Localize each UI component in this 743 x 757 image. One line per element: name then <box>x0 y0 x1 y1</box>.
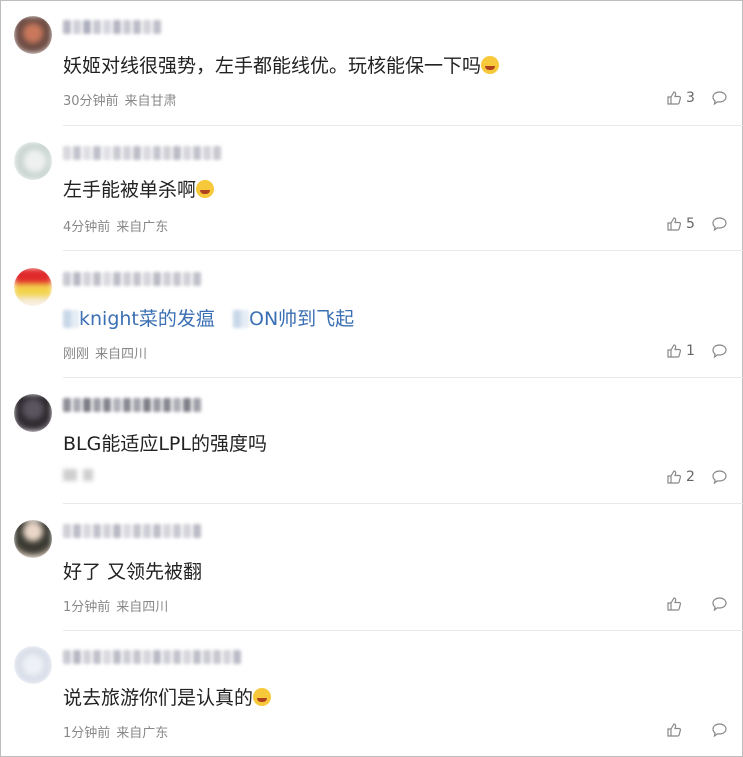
comment-list-frame <box>0 0 743 757</box>
reply-button[interactable] <box>711 90 728 110</box>
like-count: 1 <box>686 343 695 359</box>
comment-text: knight菜的发瘟 ON帅到飞起 <box>63 305 354 333</box>
like-count: 5 <box>686 216 695 232</box>
comment-text: 好了 又领先被翻 <box>63 561 203 583</box>
comment-bubble-icon <box>712 470 727 485</box>
username-blurred[interactable] <box>63 650 241 664</box>
thumbs-up-icon <box>667 217 682 231</box>
comment-meta-blurred <box>63 469 99 484</box>
avatar[interactable] <box>14 16 52 54</box>
comment-bubble-icon <box>712 597 727 612</box>
username-blurred[interactable] <box>63 524 201 538</box>
like-count: 3 <box>686 90 695 106</box>
thumbs-up-icon <box>667 91 682 105</box>
comment-text: BLG能适应LPL的强度吗 <box>63 433 267 455</box>
thumbs-up-icon <box>667 344 682 358</box>
comment-meta: 30分钟前 来自甘肃 <box>63 94 177 109</box>
mention-link[interactable]: ON帅到飞起 <box>249 308 354 330</box>
reply-button[interactable] <box>711 343 728 363</box>
comment-meta: 1分钟前 来自四川 <box>63 600 169 615</box>
grin-emoji-icon <box>253 688 272 706</box>
username-blurred[interactable] <box>63 20 161 34</box>
username-blurred[interactable] <box>63 398 201 412</box>
like-button[interactable]: 3 <box>666 90 695 106</box>
comment-bubble-icon <box>712 91 727 106</box>
smile-emoji-icon <box>196 180 215 198</box>
reply-button[interactable] <box>711 722 728 742</box>
avatar[interactable] <box>14 520 52 558</box>
comment-bubble-icon <box>712 217 727 232</box>
thumbs-up-icon <box>667 723 682 737</box>
comment-divider <box>63 125 743 126</box>
like-button[interactable]: 2 <box>666 469 695 485</box>
comment-text: 说去旅游你们是认真的 <box>63 684 272 712</box>
reply-button[interactable] <box>711 596 728 616</box>
reply-button[interactable] <box>711 216 728 236</box>
comment-bubble-icon <box>712 344 727 359</box>
thumbs-up-icon <box>667 597 682 611</box>
comment-meta: 1分钟前 来自广东 <box>63 726 169 741</box>
comment-divider <box>63 503 743 504</box>
avatar[interactable] <box>14 142 52 180</box>
like-button[interactable] <box>666 596 682 612</box>
blurred-mention-icon <box>233 310 250 328</box>
blurred-mention-icon <box>63 310 79 328</box>
like-button[interactable]: 1 <box>666 343 695 359</box>
comment-meta: 刚刚 来自四川 <box>63 347 148 362</box>
comment-text: 妖姬对线很强势，左手都能线优。玩核能保一下吗 <box>63 52 500 80</box>
thumbs-up-icon <box>667 470 682 484</box>
comment-meta: 4分钟前 来自广东 <box>63 220 169 235</box>
like-button[interactable] <box>666 722 682 738</box>
comment-bubble-icon <box>712 723 727 738</box>
comment-divider <box>63 377 743 378</box>
mention-link[interactable]: knight菜的发瘟 <box>79 308 215 330</box>
comment-divider <box>63 630 743 631</box>
crying-laughing-emoji-icon <box>481 56 500 74</box>
username-blurred[interactable] <box>63 272 201 286</box>
comment-text: 左手能被单杀啊 <box>63 176 215 204</box>
avatar[interactable] <box>14 268 52 306</box>
like-count: 2 <box>686 469 695 485</box>
reply-button[interactable] <box>711 469 728 489</box>
avatar[interactable] <box>14 394 52 432</box>
avatar[interactable] <box>14 646 52 684</box>
like-button[interactable]: 5 <box>666 216 695 232</box>
username-blurred[interactable] <box>63 146 221 160</box>
comment-divider <box>63 250 743 251</box>
